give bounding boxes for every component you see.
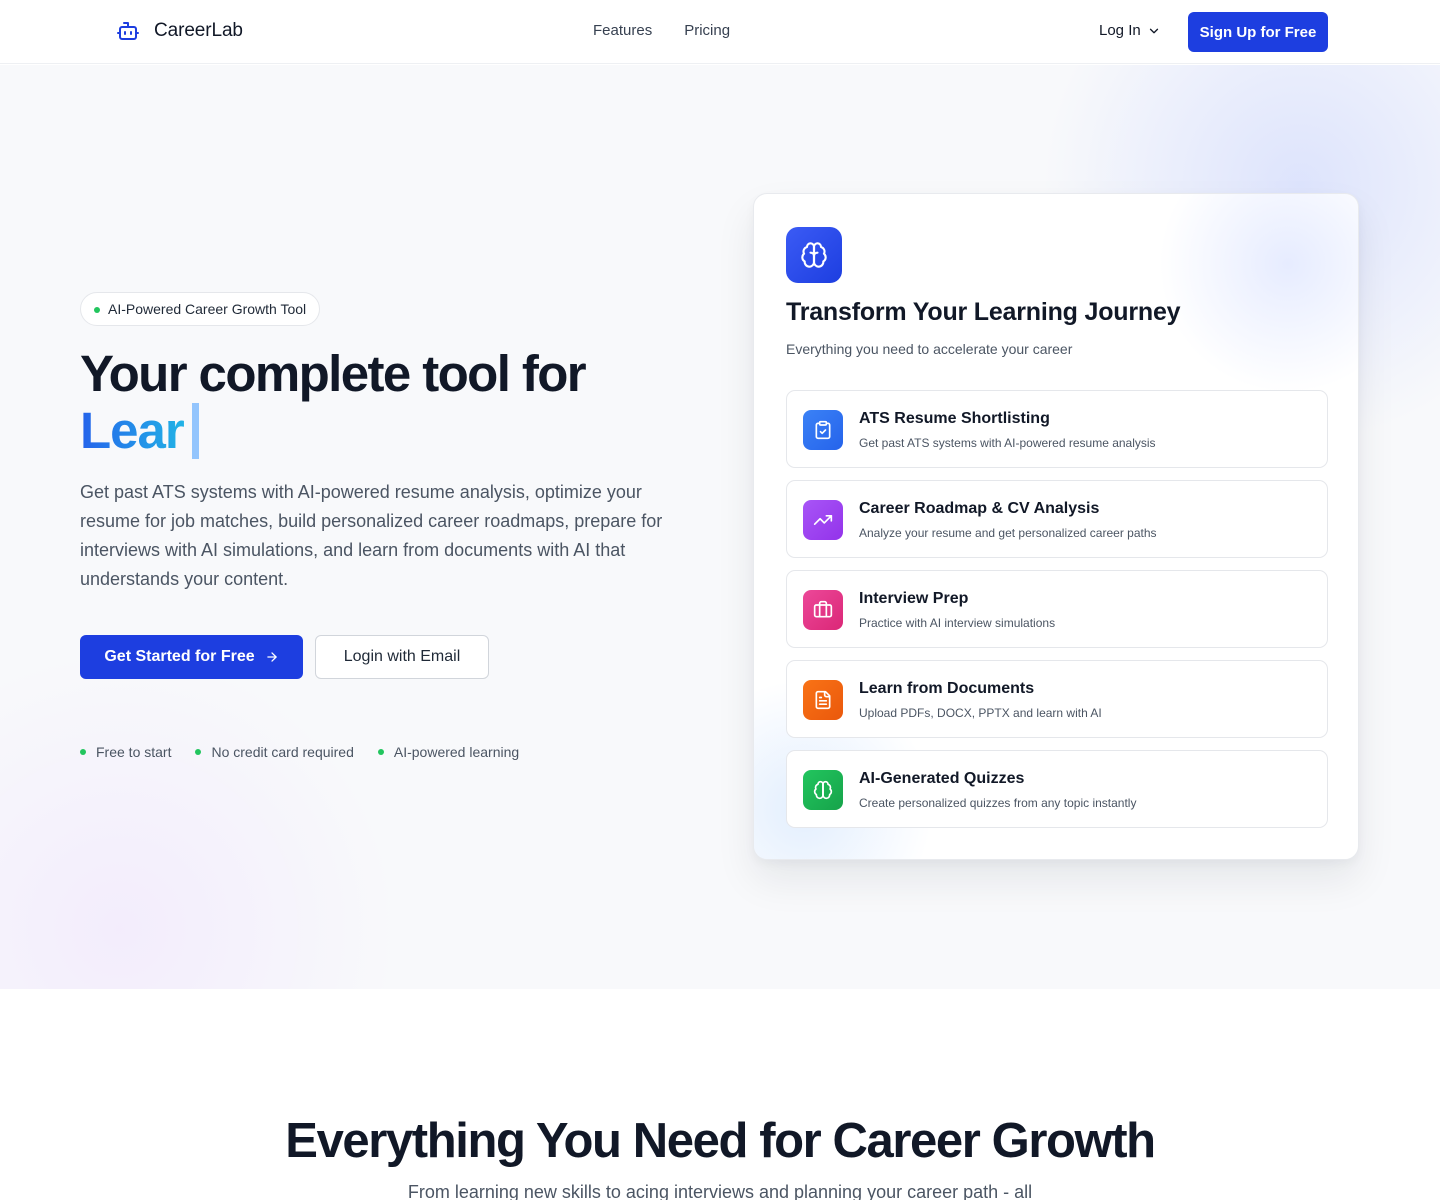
hero-headline: Your complete tool for — [80, 345, 587, 402]
nav-link-pricing[interactable]: Pricing — [684, 22, 730, 39]
typed-word: Lear — [80, 402, 185, 459]
nav-links: Features Pricing — [593, 22, 730, 39]
status-dot — [94, 307, 100, 313]
status-dot — [377, 749, 384, 755]
hero-description: Get past ATS systems with AI-powered res… — [80, 482, 663, 589]
status-dot — [195, 749, 202, 755]
check-item: Free to start — [80, 744, 171, 760]
features-card: Transform Your Learning Journey Everythi… — [753, 193, 1359, 860]
check-item: No credit card required — [195, 744, 354, 760]
check-item: AI-powered learning — [377, 744, 520, 760]
feature-description: Create personalized quizzes from any top… — [859, 796, 1137, 810]
features-section: Everything You Need for Career Growth Fr… — [0, 989, 1440, 1200]
card-glow — [1158, 194, 1358, 394]
typing-caret — [191, 403, 199, 459]
feature-learn-documents[interactable]: Learn from Documents Upload PDFs, DOCX, … — [786, 660, 1328, 738]
login-email-button[interactable]: Login with Email — [315, 635, 489, 679]
hero-badge: AI-Powered Career Growth Tool — [80, 292, 321, 326]
brand-logo[interactable]: CareerLab — [116, 19, 243, 43]
feature-interview-prep[interactable]: Interview Prep Practice with AI intervie… — [786, 570, 1328, 648]
hero-section: AI-Powered Career Growth Tool Your compl… — [0, 65, 1440, 989]
brand-name: CareerLab — [154, 20, 243, 41]
feature-title: AI-Generated Quizzes — [859, 770, 1025, 787]
feature-description: Upload PDFs, DOCX, PPTX and learn with A… — [859, 706, 1102, 720]
check-label: Free to start — [96, 744, 172, 760]
brain-icon — [786, 227, 842, 283]
hero-checklist: Free to start No credit card required AI… — [80, 744, 519, 760]
signup-button[interactable]: Sign Up for Free — [1188, 12, 1328, 52]
check-label: No credit card required — [211, 744, 354, 760]
login-dropdown[interactable]: Log In — [1099, 22, 1161, 39]
file-text-icon — [803, 680, 843, 720]
brain-icon — [803, 770, 843, 810]
feature-ai-quizzes[interactable]: AI-Generated Quizzes Create personalized… — [786, 750, 1328, 828]
nav-link-features[interactable]: Features — [593, 22, 652, 39]
top-nav: CareerLab Features Pricing Log In Sign U… — [0, 0, 1440, 64]
feature-title: Learn from Documents — [859, 680, 1035, 697]
trending-up-icon — [803, 500, 843, 540]
typed-text: Lear — [80, 402, 199, 460]
get-started-button[interactable]: Get Started for Free — [80, 635, 303, 679]
arrow-right-icon — [266, 652, 277, 662]
feature-description: Get past ATS systems with AI-powered res… — [859, 436, 1156, 450]
briefcase-icon — [803, 590, 843, 630]
feature-title: Career Roadmap & CV Analysis — [859, 500, 1100, 517]
login-label: Log In — [1099, 22, 1141, 39]
status-dot — [80, 749, 86, 755]
section-title: Everything You Need for Career Growth — [285, 1114, 1156, 1168]
card-subtitle: Everything you need to accelerate your c… — [786, 341, 1073, 357]
chevron-down-icon — [1149, 28, 1158, 33]
feature-description: Practice with AI interview simulations — [859, 616, 1056, 630]
feature-description: Analyze your resume and get personalized… — [859, 526, 1157, 540]
bot-icon — [117, 22, 139, 40]
feature-career-roadmap[interactable]: Career Roadmap & CV Analysis Analyze you… — [786, 480, 1328, 558]
hero-glow — [0, 649, 400, 989]
clipboard-check-icon — [803, 410, 843, 450]
section-subtitle: From learning new skills to acing interv… — [407, 1182, 1033, 1200]
card-title: Transform Your Learning Journey — [786, 298, 1181, 326]
feature-title: Interview Prep — [859, 590, 969, 607]
badge-label: AI-Powered Career Growth Tool — [108, 301, 307, 317]
feature-ats-resume[interactable]: ATS Resume Shortlisting Get past ATS sys… — [786, 390, 1328, 468]
check-label: AI-powered learning — [393, 744, 520, 760]
get-started-label: Get Started for Free — [104, 648, 255, 665]
feature-title: ATS Resume Shortlisting — [859, 410, 1050, 427]
